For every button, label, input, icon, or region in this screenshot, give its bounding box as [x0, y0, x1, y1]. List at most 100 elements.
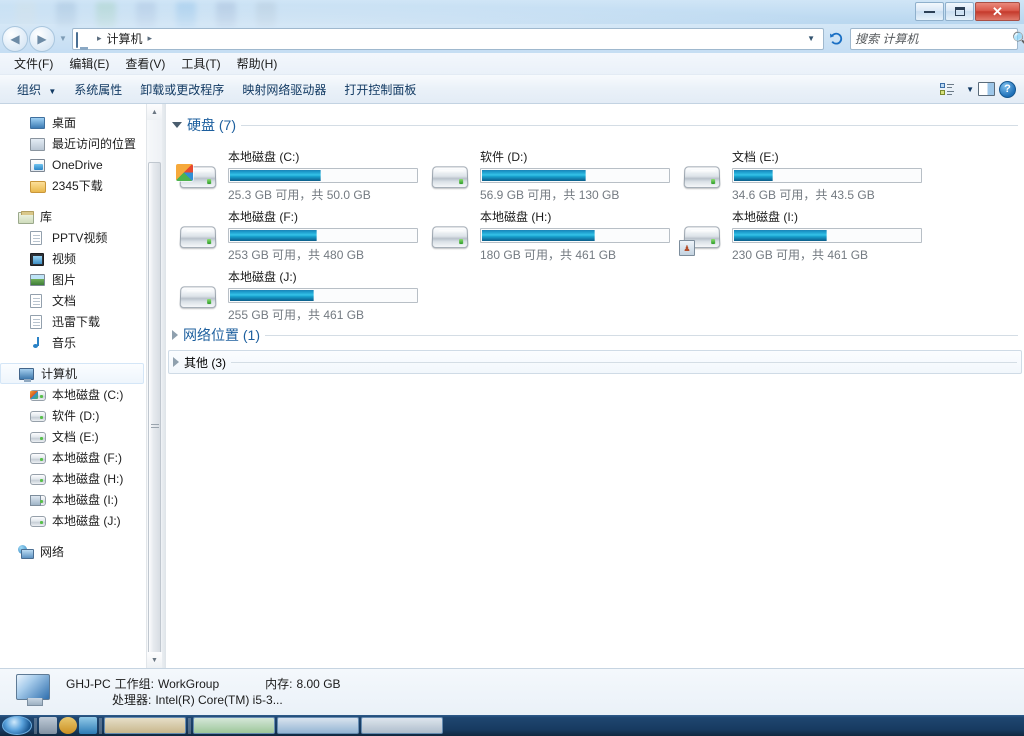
- nav-scrollbar[interactable]: ▲ ▼: [146, 104, 162, 668]
- sidebar-item-label: 视频: [52, 250, 76, 267]
- sidebar-item-9[interactable]: 迅雷下载: [0, 311, 162, 332]
- drive-capacity-text: 230 GB 可用，共 461 GB: [732, 246, 922, 263]
- minimize-button[interactable]: [915, 2, 944, 21]
- taskbar-task-button[interactable]: [104, 717, 186, 734]
- group-header-hard-disks[interactable]: 硬盘 (7): [166, 114, 1024, 136]
- workgroup-label: 工作组:: [115, 676, 154, 692]
- sidebar-item-15[interactable]: 本地磁盘 (F:): [0, 447, 162, 468]
- uninstall-change-program-button[interactable]: 卸载或更改程序: [131, 78, 233, 101]
- drive-capacity-text: 180 GB 可用，共 461 GB: [480, 246, 670, 263]
- taskbar-task-button[interactable]: [361, 717, 443, 734]
- sidebar-item-13[interactable]: 软件 (D:): [0, 405, 162, 426]
- drive-icon: [30, 408, 47, 424]
- sidebar-item-label: 最近访问的位置: [52, 135, 136, 152]
- drive-info: 本地磁盘 (I:)230 GB 可用，共 461 GB: [726, 204, 922, 263]
- drive-icon: [30, 471, 47, 487]
- hard-disk-icon: [174, 212, 222, 260]
- computer-name: GHJ-PC: [66, 676, 111, 692]
- capacity-meter: [228, 288, 418, 303]
- view-dropdown-icon[interactable]: ▼: [966, 85, 974, 94]
- drive-tile[interactable]: ♟本地磁盘 (I:)230 GB 可用，共 461 GB: [678, 202, 930, 262]
- breadcrumb-separator: ▸: [94, 33, 105, 44]
- sidebar-item-label: 文档 (E:): [52, 428, 99, 445]
- sidebar-item-4[interactable]: 库: [0, 206, 162, 227]
- sidebar-item-7[interactable]: 图片: [0, 269, 162, 290]
- preview-pane-icon[interactable]: [978, 82, 995, 96]
- quicklaunch-icon[interactable]: [39, 717, 57, 734]
- capacity-meter: [228, 228, 418, 243]
- search-icon[interactable]: 🔍: [1012, 31, 1024, 47]
- quicklaunch-icon[interactable]: [79, 717, 97, 734]
- group-header-network-locations[interactable]: 网络位置 (1): [166, 324, 1024, 346]
- maximize-icon: [955, 7, 965, 16]
- menu-item-file[interactable]: 文件(F): [6, 53, 61, 74]
- breadcrumb-separator[interactable]: ▸: [145, 33, 156, 44]
- sidebar-item-18[interactable]: 本地磁盘 (J:): [0, 510, 162, 531]
- close-button[interactable]: ✕: [975, 2, 1020, 21]
- sidebar-item-17[interactable]: 本地磁盘 (I:): [0, 489, 162, 510]
- nav-scrollbar-thumb[interactable]: [148, 162, 161, 668]
- breadcrumb-computer[interactable]: 计算机: [105, 30, 145, 47]
- sidebar-item-2[interactable]: OneDrive: [0, 154, 162, 175]
- refresh-button[interactable]: [825, 28, 847, 50]
- menu-item-help[interactable]: 帮助(H): [229, 53, 286, 74]
- menu-item-edit[interactable]: 编辑(E): [61, 53, 117, 74]
- forward-button[interactable]: ▶: [29, 26, 55, 52]
- sidebar-item-0[interactable]: 桌面: [0, 112, 162, 133]
- minimize-icon: [924, 10, 935, 13]
- menu-item-tools[interactable]: 工具(T): [173, 53, 228, 74]
- status-bar: GHJ-PC 工作组: WorkGroup 内存: 8.00 GB 处理器: I…: [0, 668, 1024, 715]
- group-header-other[interactable]: 其他 (3): [168, 350, 1022, 374]
- drive-tile[interactable]: 文档 (E:)34.6 GB 可用，共 43.5 GB: [678, 142, 930, 202]
- sidebar-item-10[interactable]: 音乐: [0, 332, 162, 353]
- drive-tile[interactable]: 本地磁盘 (H:)180 GB 可用，共 461 GB: [426, 202, 678, 262]
- sidebar-item-14[interactable]: 文档 (E:): [0, 426, 162, 447]
- sidebar-item-label: 迅雷下载: [52, 313, 100, 330]
- scroll-down-arrow[interactable]: ▼: [147, 652, 162, 668]
- capacity-meter-fill: [482, 170, 586, 181]
- map-network-drive-button[interactable]: 映射网络驱动器: [233, 78, 335, 101]
- search-box[interactable]: 🔍: [850, 28, 1018, 50]
- open-control-panel-button[interactable]: 打开控制面板: [335, 78, 425, 101]
- capacity-meter-fill: [734, 170, 773, 181]
- sidebar-item-6[interactable]: 视频: [0, 248, 162, 269]
- network-icon: [18, 544, 35, 560]
- help-icon[interactable]: ?: [999, 81, 1016, 98]
- scroll-up-arrow[interactable]: ▲: [147, 104, 162, 120]
- search-input[interactable]: [855, 32, 1012, 46]
- organize-button[interactable]: 组织 ▼: [8, 78, 65, 101]
- sidebar-item-5[interactable]: PPTV视频: [0, 227, 162, 248]
- drive-tile[interactable]: 本地磁盘 (J:)255 GB 可用，共 461 GB: [174, 262, 426, 322]
- sidebar-item-16[interactable]: 本地磁盘 (H:): [0, 468, 162, 489]
- recent-pages-dropdown[interactable]: ▼: [56, 28, 70, 50]
- drive-tile[interactable]: 本地磁盘 (F:)253 GB 可用，共 480 GB: [174, 202, 426, 262]
- drive-windows-icon: [30, 387, 47, 403]
- drive-tile-list: 本地磁盘 (C:)25.3 GB 可用，共 50.0 GB软件 (D:)56.9…: [166, 138, 1024, 322]
- address-dropdown-icon[interactable]: ▼: [801, 34, 821, 43]
- quicklaunch-icon[interactable]: [59, 717, 77, 734]
- nav-group-spacer: [0, 353, 162, 363]
- back-button[interactable]: ◀: [2, 26, 28, 52]
- system-properties-button[interactable]: 系统属性: [65, 78, 131, 101]
- sidebar-item-19[interactable]: 网络: [0, 541, 162, 562]
- capacity-meter: [480, 168, 670, 183]
- drive-tile[interactable]: 软件 (D:)56.9 GB 可用，共 130 GB: [426, 142, 678, 202]
- change-view-icon[interactable]: [940, 82, 958, 97]
- sidebar-item-label: 文档: [52, 292, 76, 309]
- maximize-button[interactable]: [945, 2, 974, 21]
- taskbar-task-button[interactable]: [193, 717, 275, 734]
- taskbar-task-button[interactable]: [277, 717, 359, 734]
- capacity-meter: [732, 228, 922, 243]
- drive-name: 软件 (D:): [480, 148, 670, 165]
- sidebar-item-8[interactable]: 文档: [0, 290, 162, 311]
- drive-tile[interactable]: 本地磁盘 (C:)25.3 GB 可用，共 50.0 GB: [174, 142, 426, 202]
- start-button[interactable]: [2, 716, 32, 735]
- sidebar-item-12[interactable]: 本地磁盘 (C:): [0, 384, 162, 405]
- address-bar[interactable]: ▸ 计算机 ▸ ▼: [72, 28, 824, 50]
- sidebar-item-11[interactable]: 计算机: [0, 363, 144, 384]
- sidebar-item-label: 图片: [52, 271, 76, 288]
- drive-info: 本地磁盘 (C:)25.3 GB 可用，共 50.0 GB: [222, 144, 418, 203]
- menu-item-view[interactable]: 查看(V): [117, 53, 173, 74]
- sidebar-item-3[interactable]: 2345下载: [0, 175, 162, 196]
- sidebar-item-1[interactable]: 最近访问的位置: [0, 133, 162, 154]
